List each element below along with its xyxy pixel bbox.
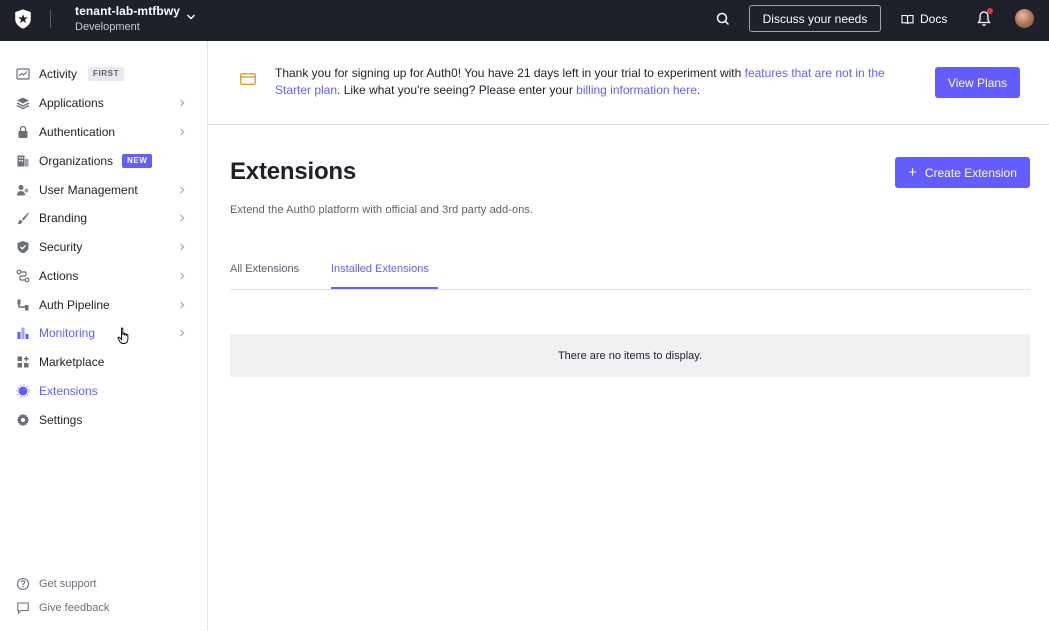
shield-icon — [17, 241, 29, 254]
chevron-right-icon — [180, 329, 185, 337]
sidebar-item-label: Authentication — [39, 125, 116, 139]
sidebar-item-applications[interactable]: Applications — [0, 89, 207, 117]
grid-plus-icon — [17, 356, 29, 368]
bar-chart-icon — [17, 327, 29, 339]
empty-state-message: There are no items to display. — [557, 349, 703, 362]
get-support-link[interactable]: Get support — [0, 574, 207, 594]
empty-state: There are no items to display. — [230, 334, 1030, 377]
tenant-switcher[interactable]: tenant-lab-mtfbwy Development — [75, 4, 180, 34]
trial-message: Thank you for signing up for Auth0! You … — [275, 65, 915, 99]
topbar-divider — [50, 10, 51, 28]
chevron-down-icon[interactable] — [186, 12, 196, 22]
building-icon — [17, 155, 29, 167]
sidebar-item-label: Extensions — [39, 384, 98, 398]
layers-icon — [16, 97, 30, 110]
give-feedback-link[interactable]: Give feedback — [0, 598, 207, 618]
chevron-right-icon — [180, 301, 185, 309]
get-support-label: Get support — [39, 578, 97, 590]
gear-icon — [16, 413, 30, 427]
credit-card-icon — [240, 73, 256, 85]
sidebar-item-settings[interactable]: Settings — [0, 406, 207, 434]
flow-icon — [16, 269, 30, 283]
create-extension-button[interactable]: + Create Extension — [895, 157, 1030, 188]
sidebar-item-label: Branding — [39, 211, 88, 225]
chevron-right-icon — [180, 99, 185, 107]
give-feedback-label: Give feedback — [39, 602, 110, 614]
sidebar-item-user-management[interactable]: User Management — [0, 176, 207, 204]
sidebar-item-activity[interactable]: Activity FIRST — [0, 60, 207, 88]
tab-all-extensions[interactable]: All Extensions — [230, 263, 299, 289]
page-subtitle: Extend the Auth0 platform with official … — [230, 204, 534, 216]
chevron-right-icon — [180, 272, 185, 280]
sidebar-item-label: Applications — [39, 96, 104, 110]
first-badge: FIRST — [88, 67, 125, 81]
docs-label: Docs — [920, 12, 948, 26]
chevron-right-icon — [180, 243, 185, 251]
sidebar-item-label: User Management — [39, 183, 138, 197]
sidebar-item-actions[interactable]: Actions — [0, 262, 207, 290]
feedback-icon — [17, 602, 29, 615]
page-title: Extensions — [230, 158, 357, 185]
trial-text: . — [696, 83, 701, 97]
auth0-logo-icon[interactable] — [12, 8, 34, 30]
sidebar: Activity FIRST Applications Authenticati… — [0, 41, 208, 631]
sidebar-item-organizations[interactable]: Organizations NEW — [0, 147, 207, 175]
sidebar-item-marketplace[interactable]: Marketplace — [0, 348, 207, 376]
trial-text: Thank you for signing up for Auth0! You … — [275, 66, 745, 80]
chevron-right-icon — [180, 186, 185, 194]
extensions-icon — [16, 384, 30, 398]
pipeline-icon — [17, 299, 29, 311]
create-extension-label: Create Extension — [924, 165, 1017, 180]
sidebar-item-branding[interactable]: Branding — [0, 204, 207, 232]
new-badge: NEW — [122, 154, 153, 168]
plus-icon: + — [908, 163, 917, 181]
book-icon — [901, 14, 914, 24]
sidebar-item-label: Settings — [39, 413, 83, 427]
users-icon — [17, 185, 29, 196]
sidebar-item-monitoring[interactable]: Monitoring — [0, 319, 207, 347]
chevron-right-icon — [180, 128, 185, 136]
sidebar-item-label: Auth Pipeline — [39, 298, 110, 312]
tab-installed-extensions[interactable]: Installed Extensions — [331, 263, 438, 289]
trial-text: . Like what you're seeing? Please enter … — [337, 83, 577, 97]
sidebar-item-label: Monitoring — [39, 326, 96, 340]
sidebar-item-authentication[interactable]: Authentication — [0, 118, 207, 146]
sidebar-item-security[interactable]: Security — [0, 233, 207, 261]
extensions-tabs: All Extensions Installed Extensions — [230, 254, 1030, 290]
sidebar-item-label: Security — [39, 240, 83, 254]
sidebar-item-label: Activity — [39, 67, 78, 81]
search-icon[interactable] — [714, 10, 732, 28]
user-avatar[interactable] — [1015, 9, 1034, 28]
brush-icon — [17, 212, 29, 225]
sidebar-item-label: Organizations — [39, 154, 114, 168]
billing-link[interactable]: billing information here — [576, 83, 697, 97]
discuss-needs-button[interactable]: Discuss your needs — [749, 5, 881, 32]
view-plans-button[interactable]: View Plans — [935, 67, 1020, 98]
notification-dot — [987, 8, 993, 14]
activity-icon — [16, 68, 30, 80]
docs-link[interactable]: Docs — [901, 10, 947, 28]
help-icon — [16, 577, 30, 591]
lock-icon — [18, 125, 28, 138]
trial-banner: Thank you for signing up for Auth0! You … — [208, 41, 1049, 125]
sidebar-item-label: Actions — [39, 269, 79, 283]
sidebar-item-label: Marketplace — [39, 355, 105, 369]
top-bar: tenant-lab-mtfbwy Development Discuss yo… — [0, 0, 1049, 41]
chevron-right-icon — [180, 214, 185, 222]
sidebar-item-extensions[interactable]: Extensions — [0, 377, 207, 405]
sidebar-item-auth-pipeline[interactable]: Auth Pipeline — [0, 291, 207, 319]
tenant-environment: Development — [75, 21, 140, 33]
tenant-name: tenant-lab-mtfbwy — [75, 4, 181, 18]
